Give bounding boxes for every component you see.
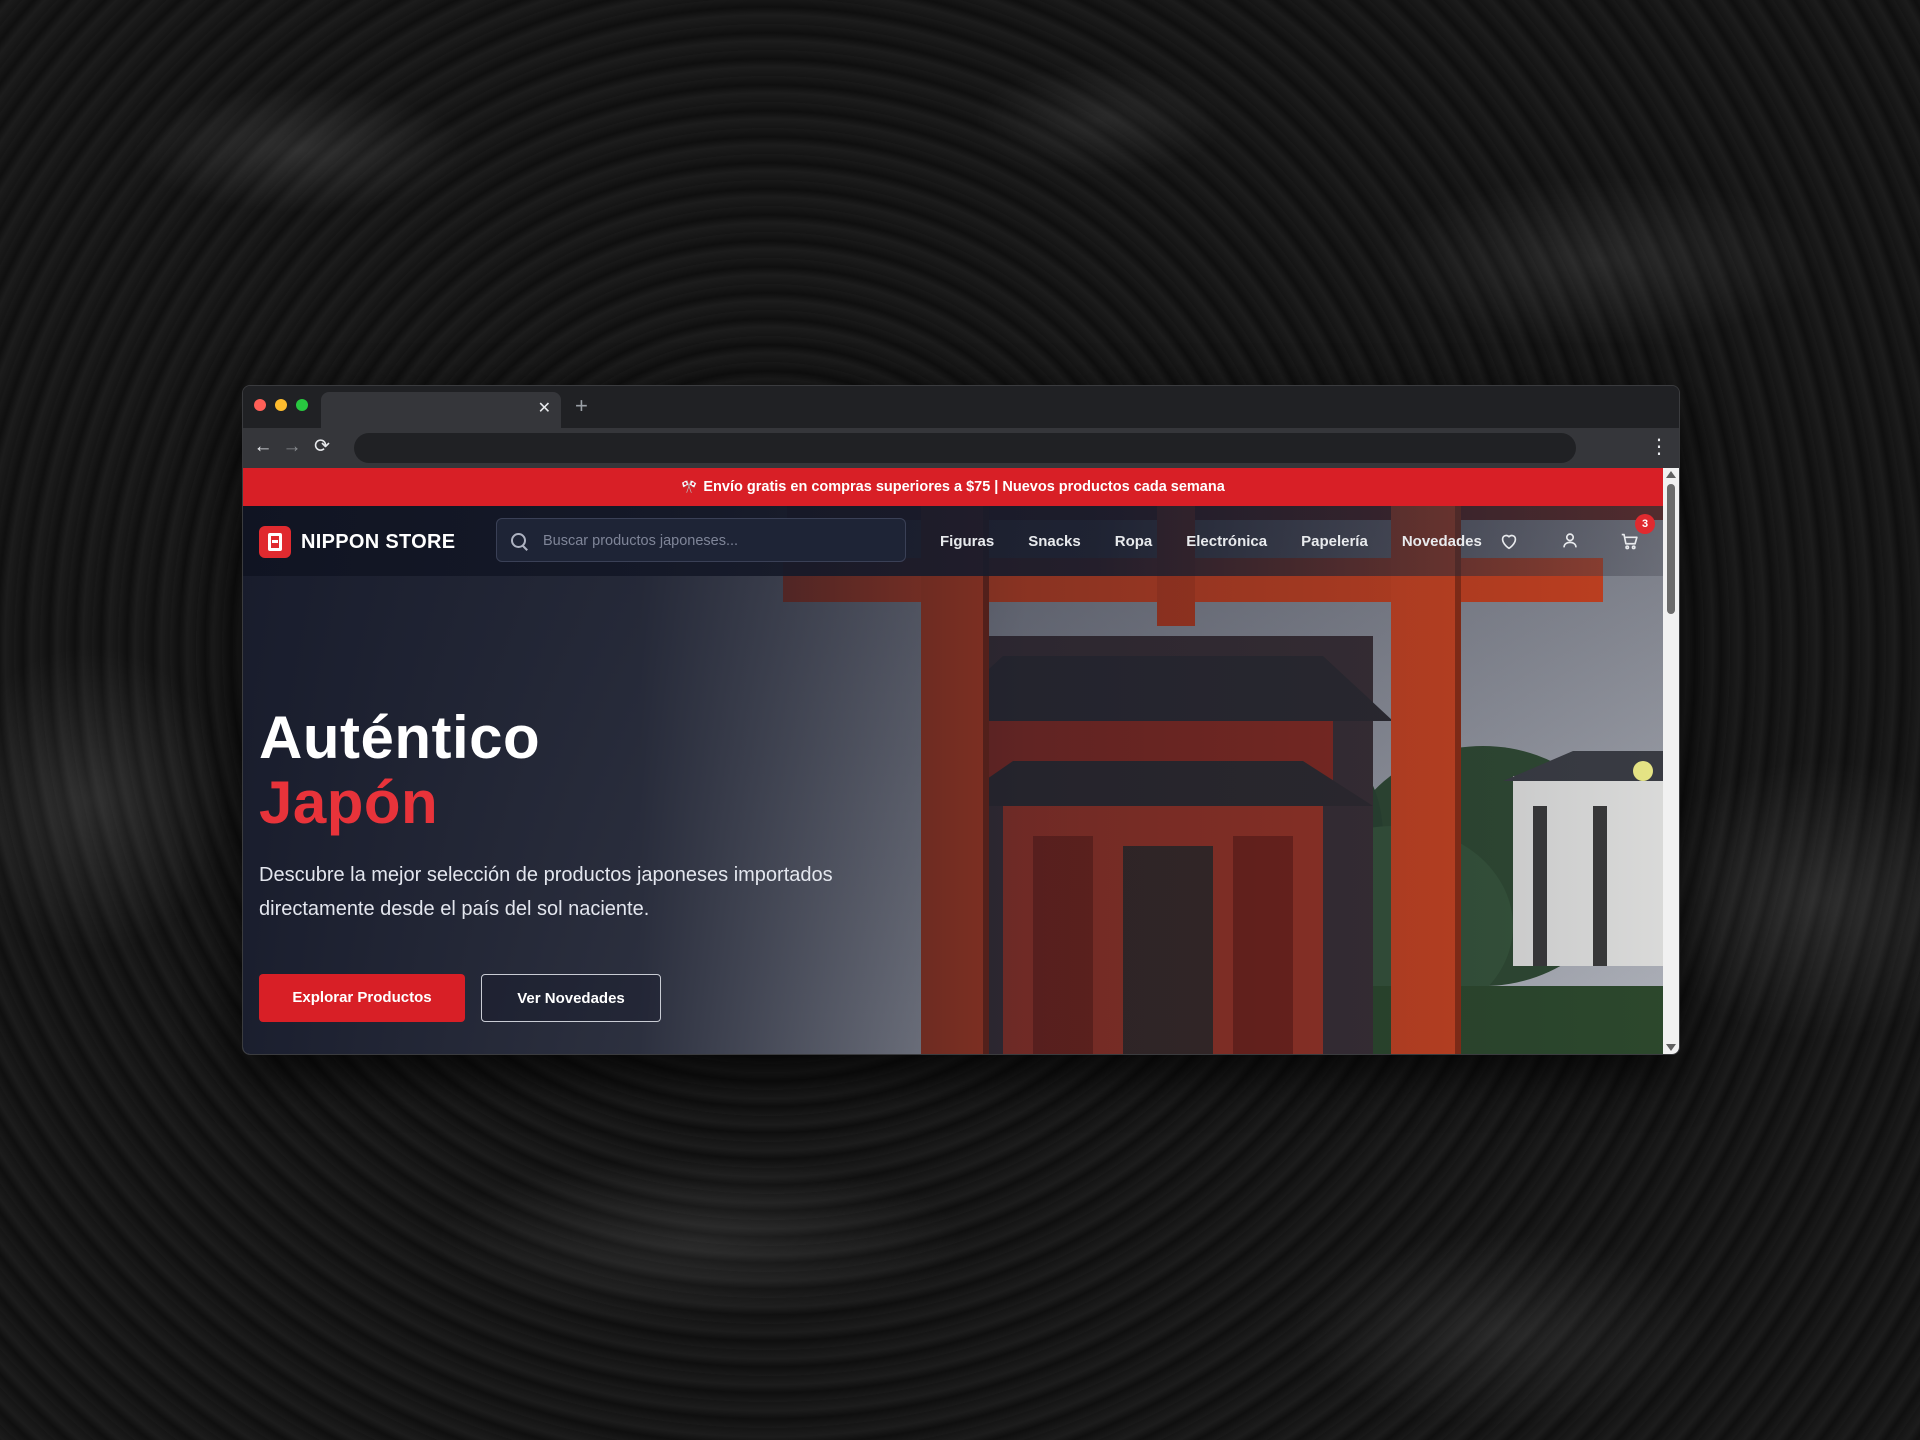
site-header: NIPPON STORE Figuras Snacks Ropa Electró…	[243, 506, 1663, 576]
tab-strip: ✕ +	[243, 386, 1679, 428]
nav-item-electronica[interactable]: Electrónica	[1186, 533, 1267, 550]
hero-title-line-1: Auténtico	[259, 704, 541, 771]
forward-icon[interactable]: →	[279, 434, 305, 460]
nav-item-snacks[interactable]: Snacks	[1028, 533, 1081, 550]
hero-content: Auténtico Japón Descubre la mejor selecc…	[259, 706, 939, 926]
hero-title-line-2: Japón	[259, 769, 439, 836]
minimize-window-button[interactable]	[275, 399, 287, 411]
nav-item-papeleria[interactable]: Papelería	[1301, 533, 1368, 550]
logo-icon	[259, 526, 291, 558]
page-viewport: Auténtico Japón Descubre la mejor selecc…	[243, 468, 1663, 1054]
nav-item-figuras[interactable]: Figuras	[940, 533, 994, 550]
cart-icon[interactable]	[1619, 530, 1641, 552]
back-icon[interactable]: ←	[250, 434, 276, 460]
scroll-up-icon[interactable]	[1666, 471, 1676, 478]
main-nav: Figuras Snacks Ropa Electrónica Papelerí…	[940, 506, 1516, 576]
search-icon	[511, 533, 526, 548]
view-new-arrivals-button[interactable]: Ver Novedades	[481, 974, 661, 1022]
nav-item-novedades[interactable]: Novedades	[1402, 533, 1482, 550]
user-icon[interactable]	[1559, 530, 1581, 552]
browser-window: ✕ + ← → ⟳ ⋮ Auténtico Japón Descubre la …	[242, 385, 1680, 1055]
scroll-down-icon[interactable]	[1666, 1044, 1676, 1051]
explore-products-button[interactable]: Explorar Productos	[259, 974, 465, 1022]
flags-icon: 🎌	[681, 479, 698, 494]
browser-menu-icon[interactable]: ⋮	[1649, 434, 1669, 460]
browser-tab[interactable]: ✕	[321, 392, 561, 428]
close-window-button[interactable]	[254, 399, 266, 411]
search-box[interactable]	[496, 518, 906, 563]
logo[interactable]: NIPPON STORE	[259, 525, 455, 559]
promo-text: Envío gratis en compras superiores a $75…	[703, 479, 1225, 495]
reload-icon[interactable]: ⟳	[309, 434, 335, 460]
cart-count-badge: 3	[1635, 514, 1655, 534]
nav-item-ropa[interactable]: Ropa	[1115, 533, 1153, 550]
hero-section: Auténtico Japón Descubre la mejor selecc…	[243, 506, 1663, 1054]
page-scrollbar[interactable]	[1663, 468, 1679, 1054]
hero-description: Descubre la mejor selección de productos…	[259, 864, 833, 920]
address-bar[interactable]	[354, 433, 1576, 463]
brand-name: NIPPON STORE	[301, 530, 456, 553]
heart-icon[interactable]	[1498, 530, 1520, 552]
search-input[interactable]	[541, 519, 895, 563]
close-tab-icon[interactable]: ✕	[538, 400, 551, 418]
promo-banner: 🎌 Envío gratis en compras superiores a $7…	[243, 468, 1663, 506]
new-tab-button[interactable]: +	[575, 394, 588, 418]
scrollbar-thumb[interactable]	[1667, 484, 1675, 614]
browser-toolbar: ← → ⟳ ⋮	[243, 428, 1679, 468]
maximize-window-button[interactable]	[296, 399, 308, 411]
